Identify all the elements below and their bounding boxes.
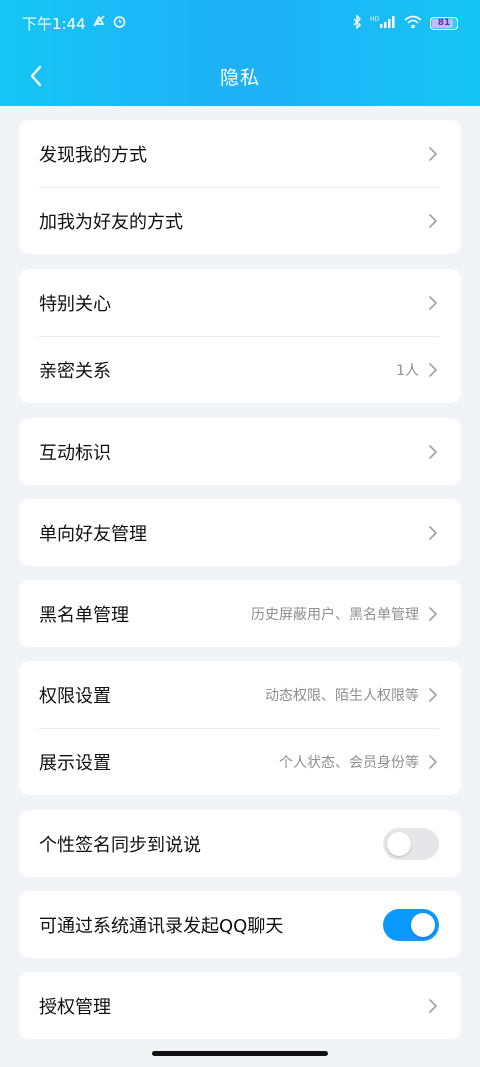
chevron-right-icon	[429, 754, 437, 769]
one-way-friends-card: 单向好友管理	[19, 499, 461, 566]
row-label: 个性签名同步到说说	[39, 834, 201, 856]
row-right: 历史屏蔽用户、黑名单管理	[251, 604, 439, 624]
wifi-icon	[404, 15, 422, 32]
row-label: 黑名单管理	[39, 604, 129, 626]
status-bar: 下午1:44 HD 81	[0, 0, 480, 46]
relationship-card: 特别关心 亲密关系 1人	[19, 269, 461, 403]
network-type: HD	[370, 16, 380, 23]
row-right	[427, 146, 439, 162]
app-header: 下午1:44 HD 81 隐私	[0, 0, 480, 106]
row-authorization[interactable]: 授权管理	[19, 972, 461, 1039]
chevron-right-icon	[429, 295, 437, 310]
row-value: 历史屏蔽用户、黑名单管理	[251, 606, 419, 623]
chevron-left-icon	[30, 65, 42, 87]
chevron-right-icon	[429, 998, 437, 1013]
bluetooth-icon	[352, 13, 362, 32]
row-label: 单向好友管理	[39, 523, 147, 545]
row-value: 个人状态、会员身份等	[279, 754, 419, 771]
permissions-card: 权限设置 动态权限、陌生人权限等 展示设置 个人状态、会员身份等	[19, 661, 461, 795]
chevron-right-icon	[429, 525, 437, 540]
row-label: 权限设置	[39, 685, 111, 707]
signal-icon: HD	[370, 15, 396, 32]
row-right	[427, 444, 439, 460]
chevron-right-icon	[429, 444, 437, 459]
row-right: 个人状态、会员身份等	[279, 752, 439, 772]
back-button[interactable]	[18, 58, 54, 94]
interaction-card: 互动标识	[19, 418, 461, 485]
row-label: 授权管理	[39, 996, 111, 1018]
row-label: 可通过系统通讯录发起QQ聊天	[39, 915, 284, 937]
row-discover-me[interactable]: 发现我的方式	[19, 120, 461, 187]
row-signature-sync: 个性签名同步到说说	[19, 810, 461, 877]
discovery-card: 发现我的方式 加我为好友的方式	[19, 120, 461, 254]
row-value: 1人	[396, 362, 419, 379]
alarm-icon	[112, 14, 127, 33]
nav-bar: 隐私	[0, 46, 480, 106]
row-one-way-friends[interactable]: 单向好友管理	[19, 499, 461, 566]
chevron-right-icon	[429, 362, 437, 377]
muted-icon	[92, 14, 106, 32]
chevron-right-icon	[429, 213, 437, 228]
signature-sync-card: 个性签名同步到说说	[19, 810, 461, 877]
status-time: 下午1:44	[22, 14, 86, 33]
toggle-knob	[411, 912, 435, 937]
row-interaction-badges[interactable]: 互动标识	[19, 418, 461, 485]
row-right	[427, 998, 439, 1014]
row-label: 发现我的方式	[39, 144, 147, 166]
toggle-knob	[387, 831, 411, 856]
row-permission-settings[interactable]: 权限设置 动态权限、陌生人权限等	[19, 661, 461, 728]
page-title: 隐私	[219, 66, 260, 89]
row-label: 互动标识	[39, 442, 111, 464]
battery-icon: 81	[430, 16, 458, 30]
row-label: 特别关心	[39, 293, 111, 315]
row-label: 展示设置	[39, 752, 111, 774]
status-left: 下午1:44	[22, 13, 127, 34]
row-right: 动态权限、陌生人权限等	[265, 685, 439, 705]
chevron-right-icon	[429, 687, 437, 702]
row-contacts-chat: 可通过系统通讯录发起QQ聊天	[19, 891, 461, 958]
row-right: 1人	[396, 360, 439, 380]
row-right	[427, 525, 439, 541]
battery-level: 81	[437, 18, 451, 28]
row-add-friend-method[interactable]: 加我为好友的方式	[19, 187, 461, 254]
contacts-chat-toggle[interactable]	[383, 908, 439, 941]
blacklist-card: 黑名单管理 历史屏蔽用户、黑名单管理	[19, 580, 461, 647]
row-intimate-relationship[interactable]: 亲密关系 1人	[19, 336, 461, 403]
home-indicator[interactable]	[152, 1051, 328, 1056]
row-special-care[interactable]: 特别关心	[19, 269, 461, 336]
row-blacklist[interactable]: 黑名单管理 历史屏蔽用户、黑名单管理	[19, 580, 461, 647]
row-display-settings[interactable]: 展示设置 个人状态、会员身份等	[19, 728, 461, 795]
row-label: 亲密关系	[39, 360, 111, 382]
chevron-right-icon	[429, 146, 437, 161]
row-right	[427, 213, 439, 229]
contacts-chat-card: 可通过系统通讯录发起QQ聊天	[19, 891, 461, 958]
signature-sync-toggle[interactable]	[383, 827, 439, 860]
chevron-right-icon	[429, 606, 437, 621]
row-right	[427, 295, 439, 311]
row-label: 加我为好友的方式	[39, 211, 183, 233]
row-value: 动态权限、陌生人权限等	[265, 687, 419, 704]
status-right: HD 81	[352, 13, 458, 32]
authorization-card: 授权管理	[19, 972, 461, 1039]
